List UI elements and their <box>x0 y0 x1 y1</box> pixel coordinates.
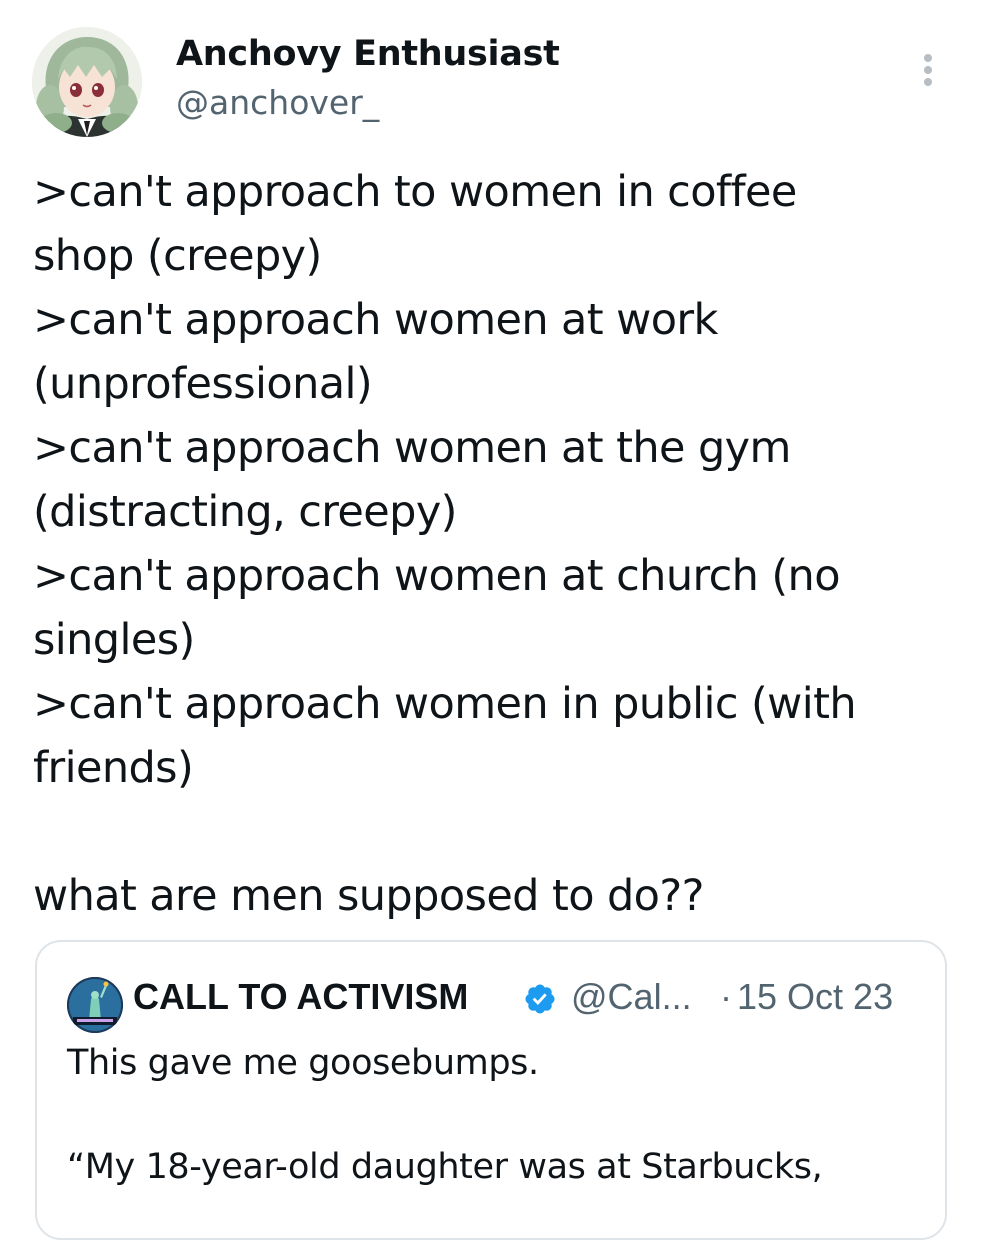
quote-author-handle[interactable]: @Cal... <box>571 975 692 1019</box>
anime-character-avatar-icon <box>32 27 142 137</box>
tweet-line: >can't approach women at church (no <box>33 551 841 601</box>
author-display-name[interactable]: Anchovy Enthusiast <box>176 32 560 76</box>
more-vertical-icon-dot <box>924 78 932 86</box>
tweet: Anchovy Enthusiast @anchover_ >can't app… <box>0 0 982 1240</box>
quote-author-name[interactable]: CALL TO ACTIVISM <box>133 975 468 1019</box>
author-handle[interactable]: @anchover_ <box>176 82 379 124</box>
tweet-line: >can't approach women at work <box>33 295 718 345</box>
author-avatar[interactable] <box>32 27 142 137</box>
quoted-tweet-card[interactable]: CALL TO ACTIVISM @Cal... · 15 Oct 23 Thi… <box>35 940 947 1240</box>
tweet-line: friends) <box>33 743 194 793</box>
statue-of-liberty-avatar-icon <box>67 977 123 1033</box>
tweet-closing-line: what are men supposed to do?? <box>33 871 704 921</box>
tweet-line: (distracting, creepy) <box>33 487 457 537</box>
tweet-line: >can't approach women at the gym <box>33 423 791 473</box>
more-vertical-icon-dot <box>924 66 932 74</box>
quote-line: “My 18-year-old daughter was at Starbuck… <box>67 1147 823 1187</box>
quote-line: This gave me goosebumps. <box>67 1043 539 1083</box>
quote-text: This gave me goosebumps. “My 18-year-old… <box>67 1037 927 1193</box>
tweet-line: >can't approach women in public (with <box>33 679 857 729</box>
quote-timestamp[interactable]: 15 Oct 23 <box>737 975 893 1019</box>
tweet-line: (unprofessional) <box>33 359 373 409</box>
tweet-line: singles) <box>33 615 195 665</box>
tweet-line: shop (creepy) <box>33 231 322 281</box>
quote-author-avatar[interactable] <box>67 977 123 1033</box>
more-options-button[interactable] <box>906 48 950 92</box>
more-vertical-icon <box>924 54 932 62</box>
verified-badge-icon <box>525 984 555 1014</box>
quote-separator: · <box>720 976 732 1017</box>
tweet-text: >can't approach to women in coffee shop … <box>33 160 958 928</box>
tweet-line: >can't approach to women in coffee <box>33 167 797 217</box>
